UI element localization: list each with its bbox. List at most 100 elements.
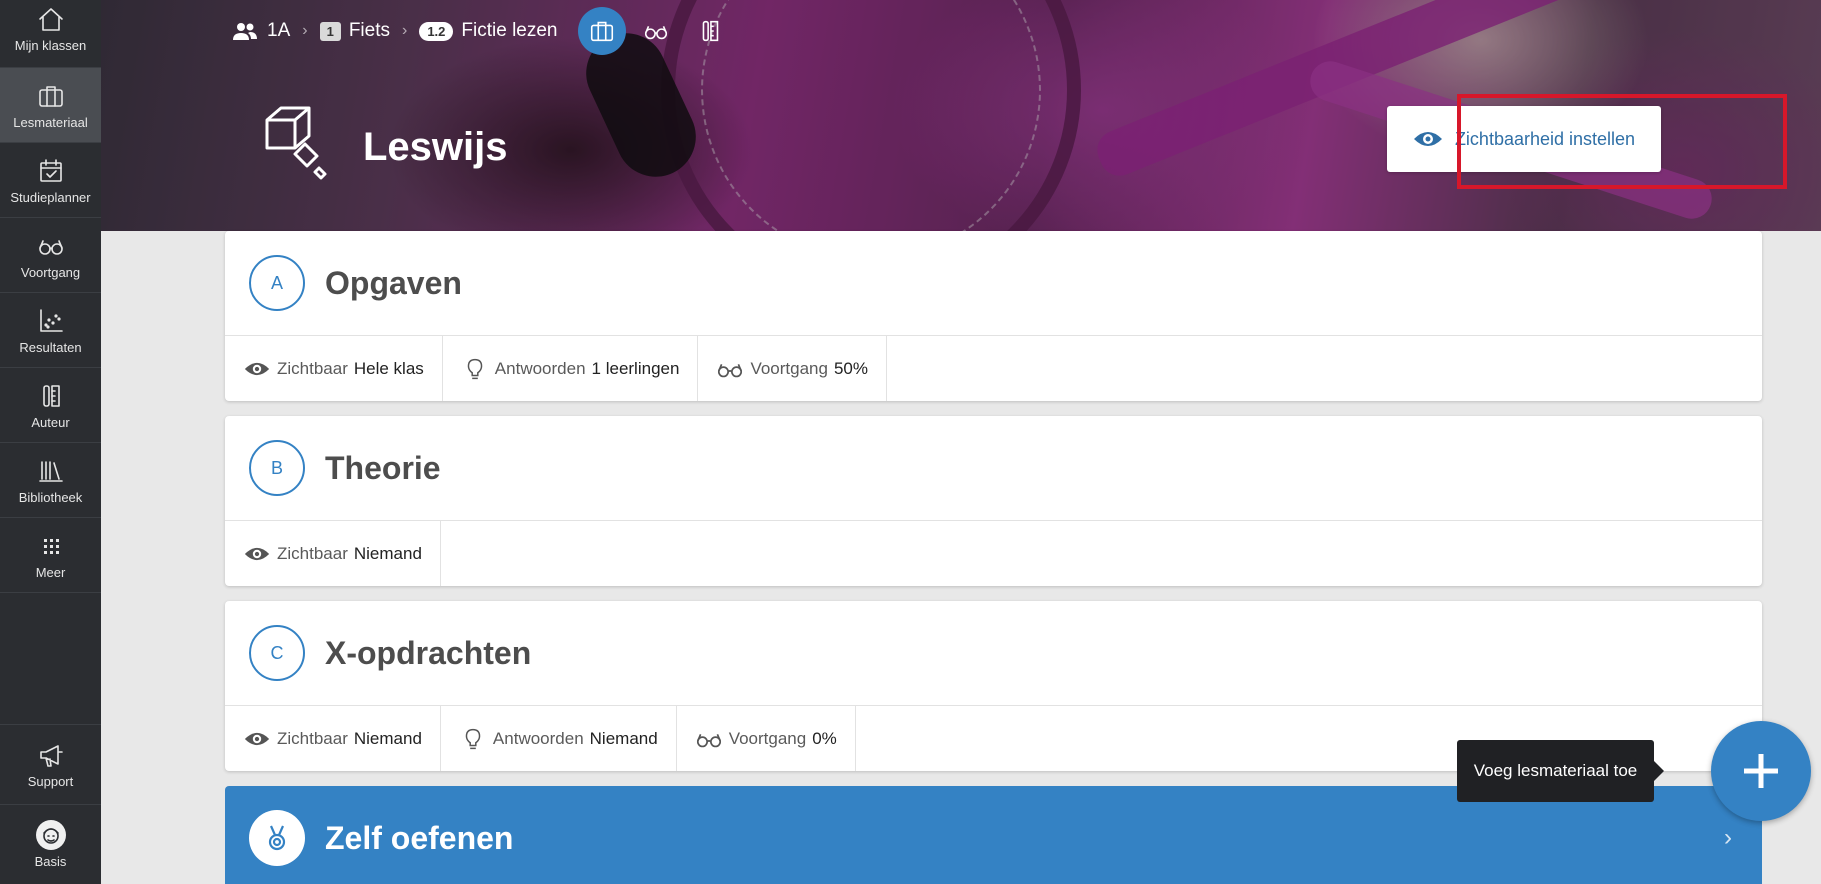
sidebar-item-label: Basis: [34, 854, 67, 869]
meta-label: Antwoorden: [494, 358, 586, 378]
meta-value: Niemand: [589, 728, 658, 748]
section-title: Theorie: [325, 449, 441, 486]
meta-visibility[interactable]: Zichtbaar Niemand: [225, 521, 441, 586]
section-card-header[interactable]: B Theorie: [225, 416, 1762, 521]
users-icon: [233, 23, 257, 40]
sidebar-bottom: Support Basis: [0, 724, 101, 884]
section-number-badge: 1.2: [419, 21, 454, 41]
sidebar-item-bibliotheek[interactable]: Bibliotheek: [0, 443, 101, 518]
meta-visibility[interactable]: Zichtbaar Niemand: [225, 706, 441, 771]
megaphone-icon: [39, 745, 63, 767]
add-material-tooltip: Voeg lesmateriaal toe: [1457, 740, 1664, 802]
lightbulb-icon: [467, 358, 483, 379]
section-card-header[interactable]: C X-opdrachten: [225, 601, 1762, 706]
avatar-icon: [42, 828, 59, 844]
breadcrumb-class[interactable]: 1A: [231, 20, 290, 42]
eye-icon: [244, 362, 270, 375]
sidebar-item-basis[interactable]: Basis: [0, 804, 101, 884]
meta-progress[interactable]: Voortgang 0%: [677, 706, 856, 771]
plus-icon: [1744, 754, 1778, 788]
briefcase-icon: [590, 21, 613, 42]
breadcrumb-section[interactable]: 1.2 Fictie lezen: [419, 20, 558, 42]
section-letter-badge: B: [249, 440, 305, 496]
meta-value: 50%: [833, 358, 868, 378]
chapter-number-badge: 1: [319, 21, 341, 41]
meta-value: Niemand: [353, 543, 422, 563]
chevron-right-icon: ›: [1724, 824, 1732, 851]
meta-answers[interactable]: Antwoorden 1 leerlingen: [443, 336, 699, 401]
lesmateriaal-view-button[interactable]: [577, 7, 626, 55]
section-meta-row: Zichtbaar Niemand: [225, 521, 1762, 586]
add-material-button[interactable]: [1711, 721, 1811, 821]
breadcrumb-class-label: 1A: [267, 20, 291, 41]
meta-value: Niemand: [353, 728, 422, 748]
meta-label: Zichtbaar: [277, 543, 348, 563]
section-card-opgaven: A Opgaven Zichtbaar Hele klas Antwoorden…: [225, 231, 1762, 401]
author-icon: [42, 384, 60, 407]
meta-label: Zichtbaar: [277, 728, 348, 748]
section-card-header[interactable]: A Opgaven: [225, 231, 1762, 336]
sidebar-item-studieplanner[interactable]: Studieplanner: [0, 143, 101, 218]
meta-value: 0%: [812, 728, 837, 748]
page-heading: Leswijs: [261, 102, 508, 192]
eye-icon: [244, 732, 270, 745]
sidebar-item-voortgang[interactable]: Voortgang: [0, 218, 101, 293]
sidebar-item-label: Support: [27, 774, 74, 789]
glasses-icon: [38, 239, 63, 255]
library-icon: [38, 460, 63, 482]
section-title: X-opdrachten: [325, 634, 532, 671]
avatar: [35, 820, 66, 850]
voortgang-view-button[interactable]: [632, 7, 680, 55]
section-title: Opgaven: [325, 264, 462, 301]
sidebar: Mijn klassen Lesmateriaal Studieplanner …: [0, 0, 101, 884]
briefcase-icon: [38, 85, 63, 107]
meta-label: Zichtbaar: [277, 358, 348, 378]
section-card-theorie: B Theorie Zichtbaar Niemand: [225, 416, 1762, 586]
meta-label: Voortgang: [750, 358, 828, 378]
highlight-annotation: [1457, 94, 1787, 189]
sidebar-item-label: Bibliotheek: [18, 489, 83, 505]
grid-icon: [43, 538, 59, 554]
eye-icon: [244, 547, 270, 560]
sidebar-item-mijn-klassen[interactable]: Mijn klassen: [0, 0, 101, 68]
section-meta-row: Zichtbaar Hele klas Antwoorden 1 leerlin…: [225, 336, 1762, 401]
meta-value: Hele klas: [353, 358, 424, 378]
sidebar-item-meer[interactable]: Meer: [0, 518, 101, 593]
leswijs-cube-icon: [265, 106, 327, 180]
eye-icon: [1413, 132, 1442, 146]
meta-visibility[interactable]: Zichtbaar Hele klas: [225, 336, 443, 401]
glasses-icon: [718, 363, 743, 377]
sidebar-item-auteur[interactable]: Auteur: [0, 368, 101, 443]
sidebar-item-label: Voortgang: [20, 264, 81, 280]
sidebar-item-lesmateriaal[interactable]: Lesmateriaal: [0, 68, 101, 143]
meta-label: Voortgang: [728, 728, 807, 748]
sidebar-item-label: Meer: [35, 564, 66, 580]
sidebar-item-label: Mijn klassen: [14, 38, 87, 53]
meta-value: 1 leerlingen: [591, 358, 680, 378]
breadcrumb: 1A › 1 Fiets › 1.2 Fictie lezen: [231, 7, 734, 55]
lightbulb-icon: [465, 728, 481, 749]
breadcrumb-section-label: Fictie lezen: [461, 20, 558, 41]
zelf-oefenen-title: Zelf oefenen: [325, 820, 514, 856]
meta-answers[interactable]: Antwoorden Niemand: [441, 706, 677, 771]
auteur-view-button[interactable]: [686, 7, 734, 55]
view-switcher: [577, 7, 734, 55]
meta-label: Antwoorden: [492, 728, 584, 748]
page-title: Leswijs: [363, 124, 508, 169]
chevron-right-icon: ›: [402, 22, 408, 39]
sidebar-item-label: Studieplanner: [10, 189, 91, 205]
calendar-check-icon: [39, 158, 62, 182]
sidebar-item-resultaten[interactable]: Resultaten: [0, 293, 101, 368]
medal-svg: [268, 825, 286, 851]
sidebar-item-label: Lesmateriaal: [13, 114, 88, 130]
section-letter-badge: A: [249, 255, 305, 311]
sidebar-item-support[interactable]: Support: [0, 724, 101, 804]
glasses-icon: [696, 733, 721, 747]
scatter-chart-icon: [39, 308, 63, 332]
breadcrumb-chapter[interactable]: 1 Fiets: [319, 20, 390, 42]
breadcrumb-chapter-label: Fiets: [348, 20, 390, 41]
meta-progress[interactable]: Voortgang 50%: [698, 336, 887, 401]
chevron-right-icon: ›: [302, 22, 308, 39]
medal-icon: [249, 810, 305, 866]
home-icon: [38, 8, 63, 31]
